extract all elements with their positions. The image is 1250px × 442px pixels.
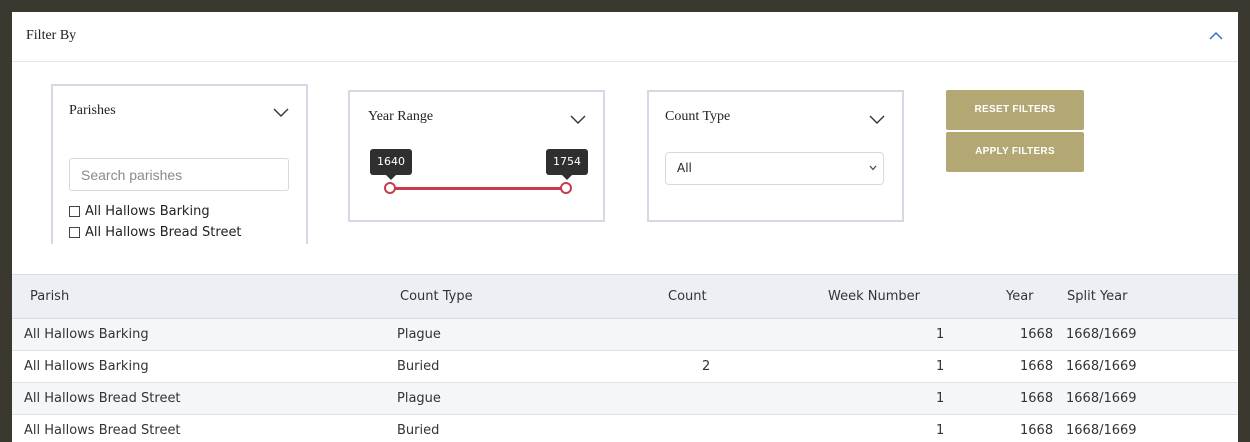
year-min-handle[interactable]	[384, 182, 396, 194]
checkbox[interactable]	[69, 205, 80, 217]
cell-split-year: 1668/1669	[1066, 391, 1137, 406]
table-header: Parish Count Type Count Week Number Year…	[12, 275, 1238, 319]
select-arrow-icon	[869, 165, 877, 171]
count-type-select[interactable]: All	[665, 152, 884, 185]
cell-week-number: 1	[936, 391, 945, 406]
table-row[interactable]: All Hallows Bread Street Buried 1 1668 1…	[12, 415, 1238, 442]
count-type-panel: Count Type All	[647, 90, 904, 222]
table-row[interactable]: All Hallows Barking Buried 2 1 1668 1668…	[12, 351, 1238, 383]
parish-option[interactable]: All Hallows Barking	[69, 202, 210, 220]
cell-count-type: Plague	[397, 327, 441, 342]
parish-option-label: All Hallows Bread Street	[85, 224, 242, 240]
table-row[interactable]: All Hallows Bread Street Plague 1 1668 1…	[12, 383, 1238, 415]
cell-count: 2	[702, 359, 711, 374]
results-table: Parish Count Type Count Week Number Year…	[12, 274, 1238, 442]
cell-parish: All Hallows Barking	[24, 327, 149, 342]
column-header-year[interactable]: Year	[1006, 289, 1034, 304]
year-max-handle[interactable]	[560, 182, 572, 194]
filter-title: Filter By	[26, 28, 77, 43]
column-header-week-number[interactable]: Week Number	[828, 289, 920, 304]
column-header-split-year[interactable]: Split Year	[1067, 289, 1127, 304]
search-parishes-input[interactable]	[69, 158, 289, 191]
year-max-tooltip: 1754	[546, 149, 588, 180]
checkbox[interactable]	[69, 226, 80, 238]
chevron-down-icon[interactable]	[869, 114, 885, 124]
year-range-track[interactable]	[390, 187, 566, 190]
cell-week-number: 1	[936, 359, 945, 374]
cell-week-number: 1	[936, 327, 945, 342]
parish-option[interactable]: All Hallows Bread Street	[69, 223, 242, 241]
cell-split-year: 1668/1669	[1066, 359, 1137, 374]
count-type-label: Count Type	[665, 109, 731, 124]
cell-count-type: Buried	[397, 359, 440, 374]
parishes-panel: Parishes All Hallows Barking All Hallows…	[51, 84, 308, 244]
count-type-selected: All	[677, 161, 692, 175]
column-header-count[interactable]: Count	[668, 289, 707, 304]
year-range-label: Year Range	[368, 109, 434, 124]
cell-year: 1668	[1020, 391, 1054, 406]
cell-split-year: 1668/1669	[1066, 327, 1137, 342]
column-header-parish[interactable]: Parish	[30, 289, 69, 304]
filter-header[interactable]: Filter By	[12, 12, 1238, 62]
parish-option-label: All Hallows Barking	[85, 203, 210, 219]
table-row[interactable]: All Hallows Barking Plague 1 1668 1668/1…	[12, 319, 1238, 351]
cell-count-type: Buried	[397, 423, 440, 438]
cell-split-year: 1668/1669	[1066, 423, 1137, 438]
cell-parish: All Hallows Barking	[24, 359, 149, 374]
cell-week-number: 1	[936, 423, 945, 438]
apply-filters-button[interactable]: APPLY FILTERS	[946, 132, 1084, 172]
year-min-tooltip: 1640	[370, 149, 412, 180]
parishes-label: Parishes	[69, 103, 116, 118]
reset-filters-button[interactable]: RESET FILTERS	[946, 90, 1084, 130]
column-header-count-type[interactable]: Count Type	[400, 289, 473, 304]
chevron-up-icon[interactable]	[1208, 30, 1224, 42]
app-frame: Filter By Parishes All Hallows Barking A…	[12, 12, 1238, 442]
cell-year: 1668	[1020, 359, 1054, 374]
cell-year: 1668	[1020, 327, 1054, 342]
cell-count-type: Plague	[397, 391, 441, 406]
chevron-down-icon[interactable]	[570, 114, 586, 124]
cell-year: 1668	[1020, 423, 1054, 438]
cell-parish: All Hallows Bread Street	[24, 423, 181, 438]
cell-parish: All Hallows Bread Street	[24, 391, 181, 406]
year-range-panel: Year Range 1640 1754	[348, 90, 605, 222]
chevron-down-icon[interactable]	[273, 107, 289, 117]
